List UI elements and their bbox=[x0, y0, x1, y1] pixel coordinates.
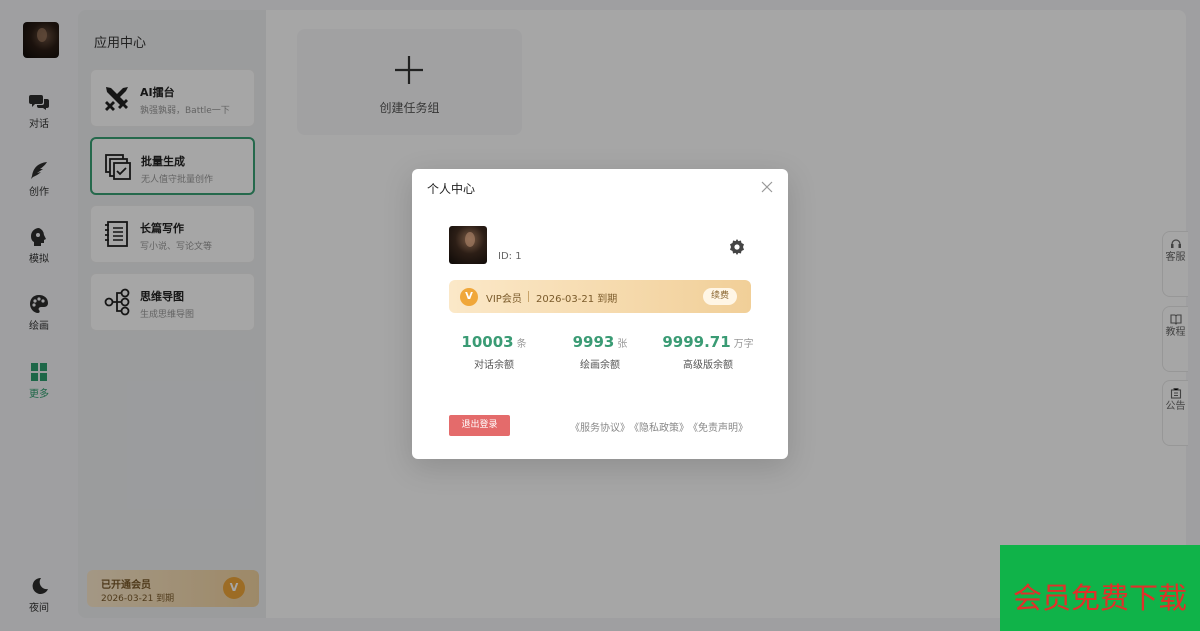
stat-chat-balance: 10003 条 对话余额 bbox=[434, 332, 554, 371]
logout-button[interactable]: 退出登录 bbox=[449, 415, 510, 436]
stat-label: 绘画余额 bbox=[580, 360, 620, 371]
terms-link[interactable]: 《服务协议》 bbox=[570, 423, 630, 434]
vip-expiry: 2026-03-21 到期 bbox=[536, 294, 618, 305]
stat-advanced-balance: 9999.71 万字 高级版余额 bbox=[648, 332, 768, 371]
personal-center-modal: 个人中心 ID: 1 V VIP会员 2026-03-21 到期 续费 1000… bbox=[412, 169, 788, 459]
divider bbox=[528, 291, 529, 302]
watermark-text: 会员免费下载 bbox=[1012, 581, 1187, 615]
vip-status-bar: V VIP会员 2026-03-21 到期 续费 bbox=[449, 280, 751, 313]
stat-value: 9993 bbox=[572, 333, 615, 351]
stat-value: 9999.71 bbox=[662, 333, 731, 351]
stat-paint-balance: 9993 张 绘画余额 bbox=[540, 332, 660, 371]
profile-avatar[interactable] bbox=[449, 226, 487, 264]
watermark-banner: 会员免费下载 bbox=[1000, 545, 1200, 631]
stat-label: 高级版余额 bbox=[683, 360, 733, 371]
stat-value: 10003 bbox=[461, 333, 514, 351]
gear-icon[interactable] bbox=[729, 239, 745, 255]
renew-button[interactable]: 续费 bbox=[703, 288, 737, 305]
stat-unit: 万字 bbox=[733, 339, 754, 350]
stat-unit: 条 bbox=[516, 339, 527, 350]
policy-links: 《服务协议》 《隐私政策》 《免责声明》 bbox=[566, 419, 748, 434]
modal-title: 个人中心 bbox=[427, 182, 476, 196]
user-id: ID: 1 bbox=[498, 251, 522, 262]
stat-label: 对话余额 bbox=[474, 360, 514, 371]
disclaimer-link[interactable]: 《免责声明》 bbox=[693, 423, 748, 434]
close-icon[interactable] bbox=[760, 180, 774, 194]
vip-badge-icon: V bbox=[460, 288, 478, 306]
vip-label: VIP会员 bbox=[486, 294, 522, 305]
privacy-link[interactable]: 《隐私政策》 bbox=[634, 423, 689, 434]
stat-unit: 张 bbox=[617, 339, 628, 350]
